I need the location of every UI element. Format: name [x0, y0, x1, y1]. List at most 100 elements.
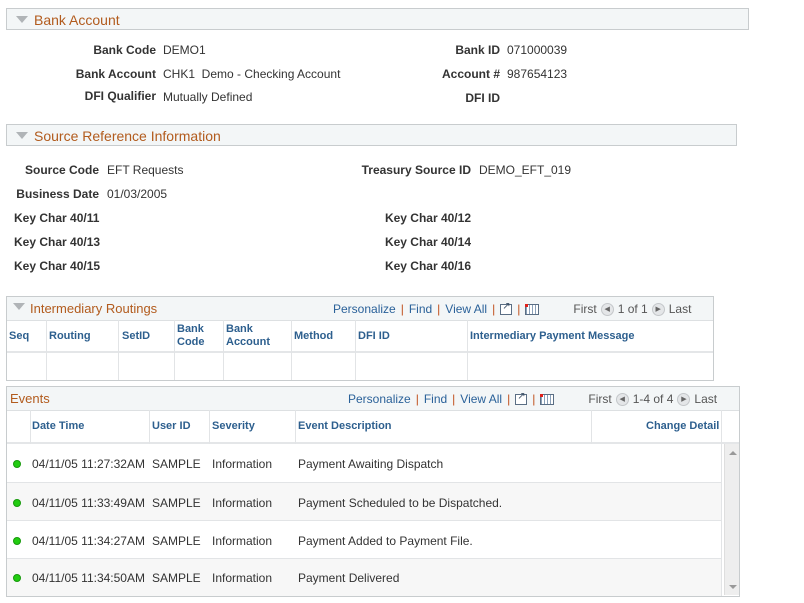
next-arrow-icon[interactable]: ▶	[651, 302, 665, 316]
bank-id-label: Bank ID	[455, 43, 500, 57]
column-header-date-time[interactable]: Date Time	[32, 420, 84, 433]
grid-navigation: Personalize | Find | View All | | First …	[333, 301, 692, 317]
user-id-cell: SAMPLE	[152, 534, 201, 548]
grid-header-bar: Events Personalize | Find | View All | |…	[7, 387, 739, 411]
source-code-label: Source Code	[24, 163, 99, 177]
key-char-14-label: Key Char 40/14	[384, 235, 471, 249]
source-code-value: EFT Requests	[107, 163, 184, 177]
row-range: 1 of 1	[617, 302, 648, 316]
column-header-bank-code-line2: Code	[177, 336, 205, 348]
account-number-label: Account #	[441, 67, 500, 81]
table-row[interactable]: 04/11/05 11:34:27AM SAMPLE Information P…	[7, 521, 721, 559]
find-link[interactable]: Find	[409, 302, 432, 316]
dfi-id-label: DFI ID	[465, 91, 500, 105]
event-description-cell: Payment Awaiting Dispatch	[298, 457, 444, 471]
treasury-source-id-label: Treasury Source ID	[361, 163, 471, 177]
column-header-bank-account[interactable]: Bank Account	[226, 323, 270, 349]
collapse-triangle-icon[interactable]	[13, 303, 25, 310]
bank-account-title: Bank Account	[34, 12, 120, 28]
zoom-grid-icon[interactable]	[500, 301, 513, 315]
view-all-link[interactable]: View All	[445, 302, 487, 316]
events-grid: Events Personalize | Find | View All | |…	[6, 386, 740, 597]
user-id-cell: SAMPLE	[152, 457, 201, 471]
column-header-setid[interactable]: SetID	[122, 330, 150, 343]
separator: |	[492, 302, 496, 316]
event-description-cell: Payment Delivered	[298, 571, 400, 585]
user-id-cell: SAMPLE	[152, 496, 201, 510]
column-header-bank-code[interactable]: Bank Code	[177, 323, 205, 349]
collapse-triangle-icon[interactable]	[16, 16, 28, 23]
column-header-user-id[interactable]: User ID	[152, 420, 191, 433]
first-label[interactable]: First	[573, 302, 596, 316]
column-header-seq[interactable]: Seq	[9, 330, 29, 343]
bank-account-section-header[interactable]: Bank Account	[6, 8, 749, 30]
download-spreadsheet-icon[interactable]	[525, 303, 540, 315]
personalize-link[interactable]: Personalize	[333, 302, 396, 316]
table-row[interactable]: 04/11/05 11:33:49AM SAMPLE Information P…	[7, 483, 721, 521]
dfi-qualifier-value: Mutually Defined	[163, 90, 253, 104]
column-header-change-detail[interactable]: Change Detail	[646, 420, 719, 433]
severity-cell: Information	[212, 457, 273, 471]
last-label[interactable]: Last	[694, 392, 717, 406]
source-reference-title: Source Reference Information	[34, 128, 221, 144]
zoom-grid-icon[interactable]	[515, 391, 528, 405]
events-title: Events	[10, 391, 50, 406]
grid-header-bar: Intermediary Routings Personalize | Find…	[7, 297, 713, 321]
date-time-cell: 04/11/05 11:33:49AM	[32, 496, 145, 510]
view-all-link[interactable]: View All	[460, 392, 502, 406]
status-green-dot-icon	[13, 537, 21, 545]
dfi-qualifier-label: DFI Qualifier	[84, 89, 156, 103]
severity-cell: Information	[212, 534, 273, 548]
next-arrow-icon[interactable]: ▶	[677, 392, 691, 406]
key-char-16-label: Key Char 40/16	[384, 259, 471, 273]
bank-code-label: Bank Code	[93, 43, 156, 57]
personalize-link[interactable]: Personalize	[348, 392, 411, 406]
key-char-13-label: Key Char 40/13	[14, 235, 101, 249]
first-label[interactable]: First	[588, 392, 611, 406]
bank-account-label: Bank Account	[75, 67, 156, 81]
previous-arrow-icon[interactable]: ◀	[600, 302, 614, 316]
table-row-empty	[7, 353, 713, 380]
vertical-scrollbar[interactable]	[724, 444, 739, 595]
download-spreadsheet-icon[interactable]	[540, 393, 555, 405]
separator: |	[532, 392, 536, 406]
column-header-intermediary-payment-message[interactable]: Intermediary Payment Message	[470, 330, 634, 343]
account-number-value: 987654123	[507, 67, 568, 81]
source-reference-section-header[interactable]: Source Reference Information	[6, 124, 737, 146]
column-header-severity[interactable]: Severity	[212, 420, 255, 433]
table-row[interactable]: 04/11/05 11:27:32AM SAMPLE Information P…	[7, 444, 721, 482]
bank-account-value: CHK1 Demo - Checking Account	[163, 67, 341, 81]
key-char-15-label: Key Char 40/15	[14, 259, 101, 273]
column-header-method[interactable]: Method	[294, 330, 333, 343]
date-time-cell: 04/11/05 11:34:50AM	[32, 571, 145, 585]
collapse-triangle-icon[interactable]	[16, 132, 28, 139]
column-header-bank-account-line1: Bank	[226, 323, 253, 335]
event-description-cell: Payment Added to Payment File.	[298, 534, 473, 548]
treasury-source-id-value: DEMO_EFT_019	[479, 163, 572, 177]
column-divider	[721, 410, 722, 596]
scroll-up-arrow-icon[interactable]	[729, 451, 737, 455]
business-date-value: 01/03/2005	[107, 187, 168, 201]
bank-id-value: 071000039	[507, 43, 568, 57]
find-link[interactable]: Find	[424, 392, 447, 406]
user-id-cell: SAMPLE	[152, 571, 201, 585]
status-green-dot-icon	[13, 574, 21, 582]
status-green-dot-icon	[13, 499, 21, 507]
intermediary-routings-title: Intermediary Routings	[30, 301, 158, 316]
separator: |	[415, 392, 419, 406]
separator: |	[517, 302, 521, 316]
intermediary-routings-grid: Intermediary Routings Personalize | Find…	[6, 296, 714, 381]
column-header-dfi-id[interactable]: DFI ID	[358, 330, 390, 343]
column-header-routing[interactable]: Routing	[49, 330, 91, 343]
key-char-11-label: Key Char 40/11	[14, 211, 100, 225]
scroll-down-arrow-icon[interactable]	[729, 585, 737, 589]
date-time-cell: 04/11/05 11:27:32AM	[32, 457, 145, 471]
previous-arrow-icon[interactable]: ◀	[615, 392, 629, 406]
table-row[interactable]: 04/11/05 11:34:50AM SAMPLE Information P…	[7, 559, 721, 596]
column-header-bank-account-line2: Account	[226, 336, 270, 348]
last-label[interactable]: Last	[669, 302, 692, 316]
separator: |	[437, 302, 441, 316]
column-header-event-description[interactable]: Event Description	[298, 420, 392, 433]
severity-cell: Information	[212, 571, 273, 585]
severity-cell: Information	[212, 496, 273, 510]
